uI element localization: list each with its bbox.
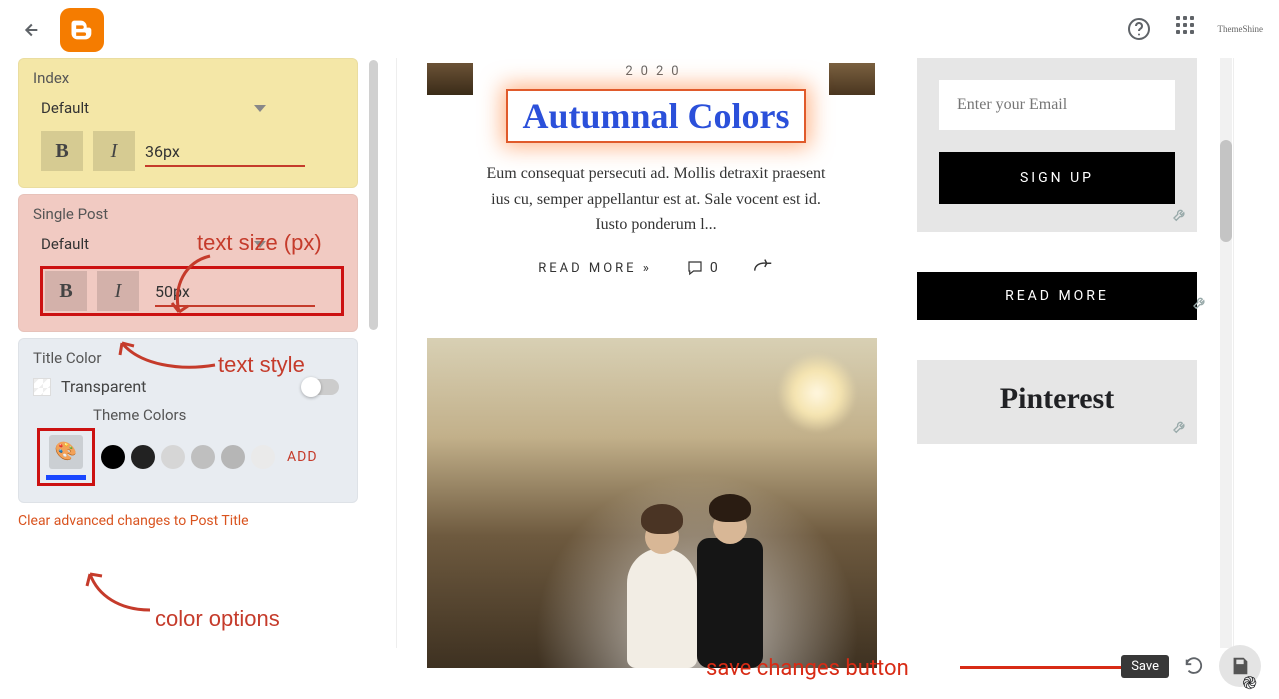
transparent-toggle[interactable]: [303, 379, 339, 395]
clear-advanced-link[interactable]: Clear advanced changes to Post Title: [18, 513, 358, 529]
single-post-label: Single Post: [33, 205, 343, 223]
save-group: Save: [1121, 645, 1261, 687]
account-label[interactable]: ThemeShine: [1218, 24, 1264, 34]
index-card: Index Default B I: [18, 58, 358, 188]
widget-edit-icon[interactable]: [1171, 206, 1191, 226]
single-post-card: Single Post Default B I: [18, 194, 358, 332]
apps-grid-icon[interactable]: [1172, 16, 1198, 42]
email-input[interactable]: [939, 80, 1175, 130]
theme-colors-label: Theme Colors: [93, 406, 343, 424]
annotation-text-style: text style: [218, 352, 305, 378]
readmore-widget: READ MORE: [917, 272, 1197, 320]
annotation-arrow: [80, 566, 160, 616]
swatch-grey-2[interactable]: [191, 445, 215, 469]
blogger-logo-icon[interactable]: [60, 8, 104, 52]
image-groom: [697, 538, 763, 668]
pinterest-widget: Pinterest: [917, 360, 1197, 444]
swatch-dark[interactable]: [131, 445, 155, 469]
title-color-card: Title Color Transparent Theme Colors 🎨 A…: [18, 338, 358, 503]
post-year: 2020: [625, 64, 686, 79]
widget-edit-icon[interactable]: [1171, 418, 1191, 438]
theme-preview: 2020 Autumnal Colors Eum consequat perse…: [396, 58, 1234, 648]
transparent-label: Transparent: [61, 377, 146, 396]
widget-edit-icon[interactable]: [1191, 294, 1211, 314]
post-title[interactable]: Autumnal Colors: [506, 89, 805, 143]
top-bar: ThemeShine: [0, 0, 1279, 60]
customizer-sidebar: Index Default B I Single Post Default B …: [18, 58, 358, 529]
swatch-grey-3[interactable]: [221, 445, 245, 469]
current-color-bar: [46, 475, 86, 480]
save-icon: [1229, 655, 1251, 677]
subscribe-widget: SIGN UP: [917, 58, 1197, 232]
share-icon[interactable]: [752, 258, 774, 279]
preview-sidebar: SIGN UP READ MORE Pinterest: [917, 58, 1197, 484]
preview-scrollbar[interactable]: [1220, 58, 1232, 648]
single-post-font-value: Default: [41, 235, 89, 253]
back-arrow-icon[interactable]: [18, 18, 42, 42]
signup-button[interactable]: SIGN UP: [939, 152, 1175, 204]
comment-icon: [686, 259, 704, 277]
annotation-text-size: text size (px): [197, 230, 322, 256]
pinterest-title: Pinterest: [939, 382, 1175, 416]
add-color-button[interactable]: ADD: [287, 449, 318, 465]
index-size-input[interactable]: [145, 138, 305, 167]
annotation-color-options: color options: [155, 606, 280, 632]
read-more-link[interactable]: READ MORE »: [538, 261, 652, 276]
annotation-save: save changes button: [706, 656, 909, 681]
index-font-value: Default: [41, 99, 89, 117]
post-excerpt: Eum consequat persecuti ad. Mollis detra…: [486, 161, 826, 238]
single-post-bold-button[interactable]: B: [45, 271, 87, 311]
swatch-black[interactable]: [101, 445, 125, 469]
save-tooltip: Save: [1121, 655, 1169, 678]
comment-count: 0: [710, 260, 718, 276]
single-post-italic-button[interactable]: I: [97, 271, 139, 311]
index-label: Index: [33, 69, 343, 87]
image-bride: [627, 548, 697, 668]
palette-picker-annotation: 🎨: [37, 428, 95, 486]
index-italic-button[interactable]: I: [93, 131, 135, 171]
palette-icon[interactable]: 🎨: [49, 435, 83, 469]
image-sun-glare: [777, 353, 857, 433]
swatch-grey-1[interactable]: [161, 445, 185, 469]
index-bold-button[interactable]: B: [41, 131, 83, 171]
help-icon[interactable]: [1126, 16, 1152, 42]
revert-button[interactable]: [1181, 653, 1207, 679]
transparent-swatch-icon: [33, 378, 51, 396]
single-post-size-input[interactable]: [155, 278, 315, 307]
swatch-grey-4[interactable]: [251, 445, 275, 469]
comments-link[interactable]: 0: [686, 259, 718, 277]
index-font-dropdown[interactable]: Default: [41, 93, 266, 123]
readmore-button[interactable]: READ MORE: [917, 272, 1197, 320]
post-column: 2020 Autumnal Colors Eum consequat perse…: [411, 58, 901, 279]
sidebar-scrollbar[interactable]: [369, 60, 378, 330]
save-button[interactable]: [1219, 645, 1261, 687]
chevron-down-icon: [254, 105, 266, 112]
